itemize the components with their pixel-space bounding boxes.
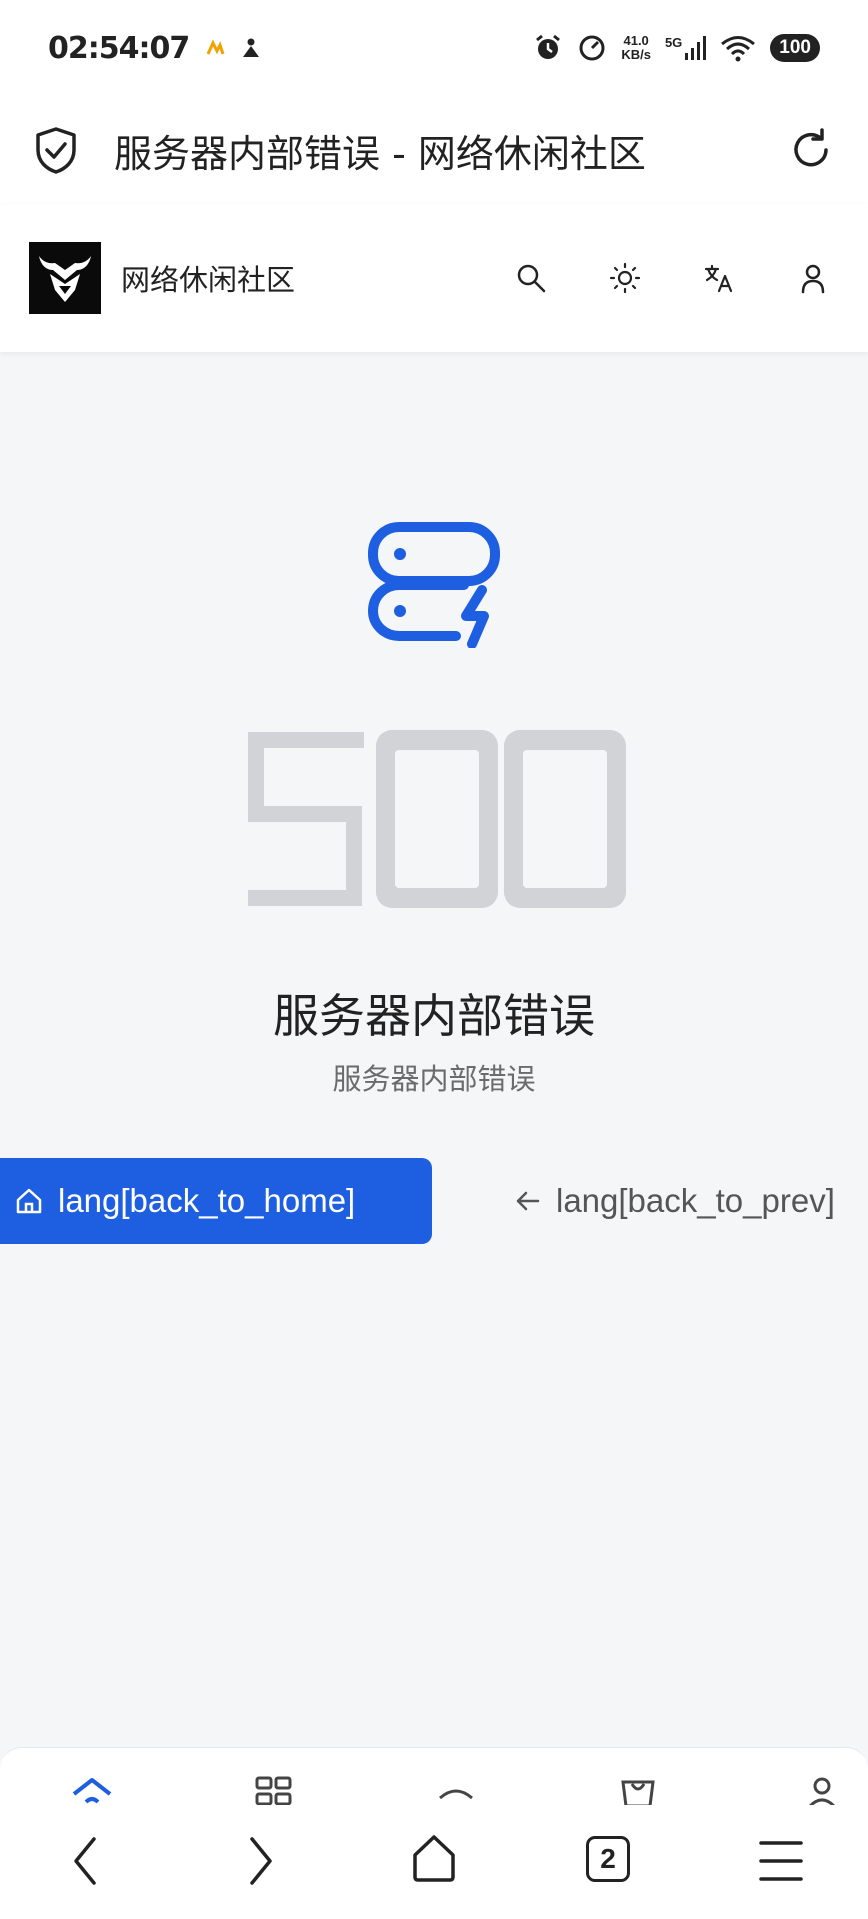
back-icon[interactable] xyxy=(70,1835,100,1887)
site-logo[interactable] xyxy=(29,242,101,314)
home-icon xyxy=(16,1188,42,1214)
reload-icon[interactable] xyxy=(788,127,834,173)
error-title: 服务器内部错误 xyxy=(273,989,595,1043)
bull-logo-icon xyxy=(39,256,91,302)
back-to-home-button[interactable]: lang[back_to_home] xyxy=(0,1158,432,1244)
notification-icons xyxy=(203,36,263,60)
alarm-icon xyxy=(536,34,561,59)
back-to-prev-button[interactable]: lang[back_to_prev] xyxy=(514,1158,835,1244)
browser-title-bar: 服务器内部错误 - 网络休闲社区 xyxy=(0,96,868,204)
forward-icon[interactable] xyxy=(246,1835,276,1887)
error-message: 服务器内部错误 xyxy=(332,1062,536,1096)
wifi-icon xyxy=(721,36,756,62)
tab-center-icon[interactable] xyxy=(434,1776,478,1805)
home-nav-icon[interactable] xyxy=(410,1833,458,1883)
tab-home-icon[interactable] xyxy=(70,1776,114,1805)
tabs-count-button[interactable]: 2 xyxy=(586,1836,630,1882)
theme-sun-icon[interactable] xyxy=(609,262,641,294)
page-title[interactable]: 服务器内部错误 - 网络休闲社区 xyxy=(114,123,646,178)
search-icon[interactable] xyxy=(515,262,547,294)
site-name[interactable]: 网络休闲社区 xyxy=(121,257,295,299)
security-shield-icon[interactable] xyxy=(34,126,78,174)
tab-profile-icon[interactable] xyxy=(804,1776,840,1805)
network-speed: 41.0 KB/s xyxy=(621,33,651,62)
cellular-signal-icon: 5G xyxy=(665,35,707,61)
error-code: 500 xyxy=(246,730,626,915)
user-icon[interactable] xyxy=(797,262,829,294)
arrow-left-icon xyxy=(516,1191,540,1211)
site-header: 网络休闲社区 xyxy=(0,204,868,352)
back-to-home-label: lang[back_to_home] xyxy=(58,1182,356,1219)
tab-categories-icon[interactable] xyxy=(254,1776,294,1805)
status-bar: 02:54:07 41.0 KB/s 5G 100 xyxy=(0,0,868,96)
battery-indicator: 100 xyxy=(770,34,820,62)
app-notification-icon xyxy=(204,37,227,59)
speedometer-icon xyxy=(579,35,605,61)
tab-cart-icon[interactable] xyxy=(618,1776,658,1805)
translate-icon[interactable] xyxy=(703,262,735,294)
site-bottom-tab-bar xyxy=(0,1747,868,1805)
back-to-prev-label: lang[back_to_prev] xyxy=(556,1182,835,1219)
error-page: 500 服务器内部错误 服务器内部错误 lang[back_to_home] l… xyxy=(0,352,868,1747)
menu-icon[interactable] xyxy=(758,1839,804,1883)
clock: 02:54:07 xyxy=(48,30,190,66)
error-code-digits xyxy=(248,730,626,908)
person-notification-icon xyxy=(243,38,260,57)
browser-nav-bar: 2 xyxy=(0,1805,868,1919)
server-error-icon xyxy=(368,522,500,648)
tabs-count: 2 xyxy=(600,1843,616,1874)
